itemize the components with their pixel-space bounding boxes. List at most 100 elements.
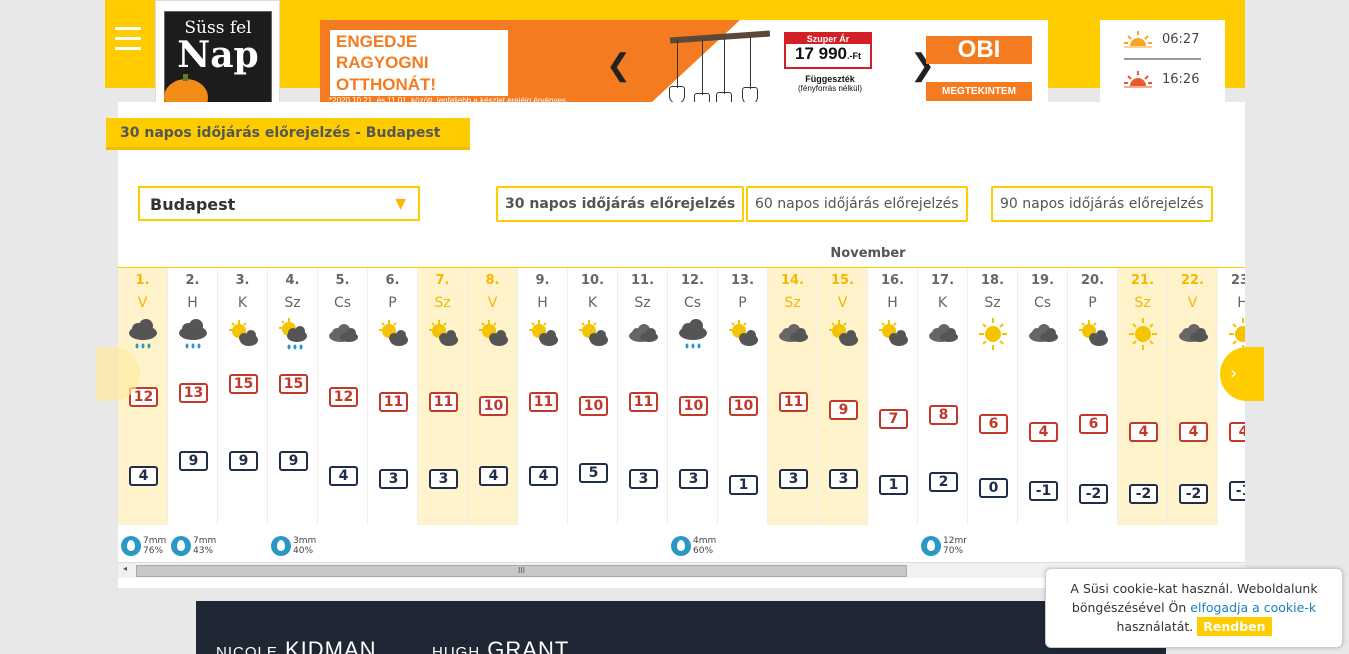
day-number: 21. [1130,273,1155,288]
actor2-first-name: HUGH [432,644,481,654]
weekday-label: Cs [683,295,702,311]
day-number: 11. [630,273,655,288]
day-number: 16. [880,273,905,288]
min-temp: 0 [979,478,1008,498]
precipitation-amount: 12mr [943,536,967,546]
precipitation-chance: 76% [143,546,164,556]
max-temp: 11 [529,391,558,412]
day-column[interactable]: 5. Cs 12 4 [318,268,368,525]
weekday-label: K [937,295,948,311]
partly-cloudy-icon [727,316,759,352]
day-column[interactable]: 11. Sz 11 3 [618,268,668,525]
product-name: Függeszték [805,74,855,84]
banner-cta-button[interactable]: MEGTEKINTEM [926,82,1032,101]
tab-60-day[interactable]: 60 napos időjárás előrejelzés [746,186,968,222]
max-temp: 10 [479,396,508,416]
raindrop-icon [671,536,691,556]
max-temp: 11 [779,391,808,412]
weekday-label: Sz [434,295,451,311]
max-temp: 4 [1029,422,1058,443]
tab-30-day[interactable]: 30 napos időjárás előrejelzés [496,186,745,222]
ad-banner[interactable]: ENGEDJE RAGYOGNI OTTHONÁT! *2020.10.21. … [320,20,1048,110]
rain-icon [177,316,209,352]
sun-icon [977,316,1009,352]
day-column[interactable]: 22. V 4 -2 [1168,268,1218,525]
movie-promo-banner[interactable]: NICOLE KIDMAN HUGH GRANT [196,601,1166,654]
partly-cloudy-icon [577,316,609,352]
cloudy-icon [327,316,359,352]
city-select[interactable]: Budapest ▼ [138,186,420,221]
max-temp: 15 [279,374,308,394]
raindrop-icon [171,536,191,556]
hamburger-menu-icon[interactable] [115,27,141,53]
day-number: 1. [135,273,150,288]
min-temp: 5 [579,463,608,483]
day-number: 22. [1180,273,1205,288]
precipitation-item: 7mm 43% [171,534,216,558]
precipitation-item: 4mm 60% [671,534,716,558]
day-column[interactable]: 14. Sz 11 3 [768,268,818,525]
month-label: November [830,246,906,261]
day-column[interactable]: 18. Sz 6 0 [968,268,1018,525]
max-temp: 4 [1229,422,1245,443]
partly-cloudy-icon [377,316,409,352]
page-title: 30 napos időjárás előrejelzés - Budapest [106,118,470,150]
partly-cloudy-icon [827,316,859,352]
day-column[interactable]: 19. Cs 4 -1 [1018,268,1068,525]
max-temp: 4 [1129,422,1158,443]
cloudy-icon [1177,316,1209,352]
day-number: 15. [830,273,855,288]
day-column[interactable]: 3. K 15 9 [218,268,268,525]
scroll-thumb[interactable]: III [136,565,907,577]
partly-cloudy-icon [527,316,559,352]
precipitation-chance: 40% [293,546,314,556]
logo-text-2: Nap [177,34,259,76]
price-tag: Szuper Ár 17 990.-Ft [784,32,872,69]
day-column[interactable]: 4. Sz 15 9 [268,268,318,525]
day-number: 8. [485,273,500,288]
partly-cloudy-icon [427,316,459,352]
min-temp: 9 [229,451,258,471]
raindrop-icon [121,536,141,556]
sun-times-box: 06:27 16:26 [1100,20,1225,102]
day-column[interactable]: 9. H 11 4 [518,268,568,525]
day-column[interactable]: 7. Sz 11 3 [418,268,468,525]
day-column[interactable]: 21. Sz 4 -2 [1118,268,1168,525]
sunset-icon [1124,71,1152,88]
day-number: 14. [780,273,805,288]
day-number: 13. [730,273,755,288]
max-temp: 11 [629,391,658,412]
precipitation-chance: 43% [193,546,214,556]
sunset-time: 16:26 [1162,71,1200,87]
max-temp: 4 [1179,422,1208,443]
partly-cloudy-icon [1077,316,1109,352]
min-temp: 9 [179,451,208,471]
min-temp: 3 [629,469,658,489]
weekday-label: K [237,295,248,311]
weekday-label: P [1088,295,1097,311]
day-column[interactable]: 15. V 9 3 [818,268,868,525]
weekday-label: H [537,295,548,311]
actor1-last-name: KIDMAN [284,637,377,654]
min-temp: -1 [1029,481,1058,501]
price-unit: .-Ft [847,51,861,61]
cookie-notice: A Süsi cookie-kat használ. Weboldalunk b… [1045,568,1343,648]
cloudy-icon [927,316,959,352]
cookie-accept-button[interactable]: Rendben [1197,617,1272,636]
day-column[interactable]: 17. K 8 2 [918,268,968,525]
day-number: 4. [285,273,300,288]
tab-90-day[interactable]: 90 napos időjárás előrejelzés [991,186,1213,222]
cookie-link[interactable]: elfogadja a cookie-k [1190,600,1316,615]
day-column[interactable]: 8. V 10 4 [468,268,518,525]
scroll-left-icon[interactable]: ◂ [123,564,127,573]
banner-prev-icon[interactable]: ❮ [606,51,631,81]
day-column[interactable]: 2. H 13 9 [168,268,218,525]
day-column[interactable]: 12. Cs 10 3 [668,268,718,525]
precipitation-chance: 60% [693,546,714,556]
day-column[interactable]: 16. H 7 1 [868,268,918,525]
weekday-label: V [1187,295,1198,311]
day-column[interactable]: 13. P 10 1 [718,268,768,525]
day-column[interactable]: 6. P 11 3 [368,268,418,525]
day-column[interactable]: 20. P 6 -2 [1068,268,1118,525]
day-column[interactable]: 10. K 10 5 [568,268,618,525]
